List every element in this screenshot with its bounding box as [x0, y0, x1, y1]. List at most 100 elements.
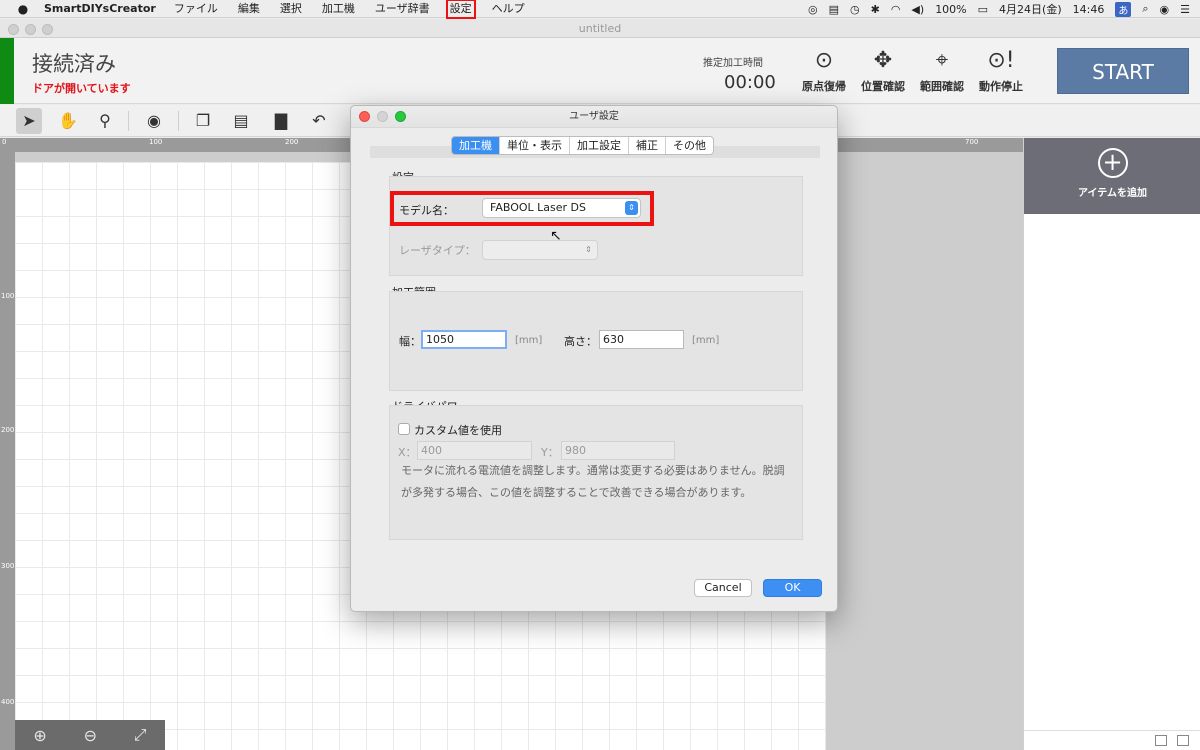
y-label: Y：: [541, 446, 559, 459]
door-open-warning: ドアが開いています: [32, 82, 131, 95]
zoom-in-icon[interactable]: ⊕: [33, 726, 46, 745]
preview-eye-icon[interactable]: ◉: [141, 108, 167, 134]
bluetooth-icon[interactable]: ✱: [871, 3, 880, 16]
stop-operation-button[interactable]: ⊙! 動作停止: [973, 48, 1029, 94]
vertical-ruler: 100 200 300 400: [0, 152, 15, 750]
zoom-out-icon[interactable]: ⊖: [84, 726, 97, 745]
laser-type-label: レーザタイプ：: [399, 244, 476, 257]
tab-processing[interactable]: 加工設定: [570, 137, 629, 154]
ruler-tick: 300: [1, 562, 15, 570]
zoom-tool-icon[interactable]: ⚲: [92, 108, 118, 134]
height-unit: [mm]: [692, 335, 720, 346]
x-input: 400: [417, 441, 532, 460]
add-item-button[interactable]: + アイテムを追加: [1024, 138, 1200, 214]
menu-select[interactable]: 選択: [278, 1, 304, 17]
tab-machine[interactable]: 加工機: [452, 137, 500, 154]
delete-icon[interactable]: ▇: [268, 108, 294, 134]
creative-cloud-icon[interactable]: ◎: [808, 3, 818, 16]
zoom-window-icon[interactable]: [42, 24, 53, 35]
toolbar-divider: [178, 111, 179, 131]
ruler-tick: 100: [1, 292, 15, 300]
custom-value-checkbox[interactable]: [398, 423, 410, 435]
start-button[interactable]: START: [1057, 48, 1189, 94]
menubar-date[interactable]: 4月24日(金): [999, 1, 1062, 17]
width-unit: [mm]: [515, 335, 543, 346]
x-label: X：: [398, 446, 417, 459]
ruler-tick: 400: [1, 698, 15, 706]
height-label: 高さ：: [564, 335, 597, 348]
range-check-button[interactable]: ⌖ 範囲確認: [914, 48, 970, 94]
undo-icon[interactable]: ↶: [306, 108, 332, 134]
input-method-icon[interactable]: あ: [1115, 1, 1132, 17]
clipboard-icon[interactable]: ▤: [829, 3, 839, 16]
tab-correction[interactable]: 補正: [629, 137, 666, 154]
menu-bar: ● SmartDIYsCreator ファイル 編集 選択 加工機 ユーザ辞書 …: [0, 0, 1200, 19]
grid-view-icon[interactable]: [1155, 735, 1167, 746]
position-check-button[interactable]: ✥ 位置確認: [855, 48, 911, 94]
power-description-line: モータに流れる電流値を調整します。通常は変更する必要はありません。脱調: [401, 464, 785, 477]
y-input: 980: [561, 441, 675, 460]
dialog-title-bar: ユーザ設定: [351, 106, 837, 128]
menubar-clock[interactable]: 14:46: [1073, 3, 1105, 16]
estimated-time-value: 00:00: [724, 72, 776, 93]
cancel-button[interactable]: Cancel: [694, 579, 752, 597]
window-title-bar: untitled: [0, 19, 1200, 38]
notification-center-icon[interactable]: ☰: [1180, 3, 1190, 16]
window-title: untitled: [578, 22, 622, 35]
zoom-controls: ⊕ ⊖ ⤢: [15, 720, 165, 750]
add-item-label: アイテムを追加: [1078, 188, 1147, 199]
menu-user-dictionary[interactable]: ユーザ辞書: [373, 1, 432, 17]
home-return-button[interactable]: ⊙ 原点復帰: [796, 48, 852, 94]
battery-percent[interactable]: 100%: [935, 3, 966, 16]
menu-help[interactable]: ヘルプ: [490, 1, 527, 17]
plus-circle-icon: +: [1097, 148, 1128, 178]
custom-value-label[interactable]: カスタム値を使用: [414, 422, 502, 438]
tab-other[interactable]: その他: [666, 137, 713, 154]
machine-status-panel: 接続済み ドアが開いています 推定加工時間 00:00 ⊙ 原点復帰 ✥ 位置確…: [0, 38, 1200, 104]
time-machine-icon[interactable]: ◷: [850, 3, 860, 16]
app-menu[interactable]: SmartDIYsCreator: [44, 2, 156, 15]
ruler-tick: 700: [965, 138, 979, 146]
close-dialog-icon[interactable]: [359, 111, 370, 122]
power-description-line: が多発する場合、この値を調整することで改善できる場合があります。: [401, 486, 752, 499]
list-view-icon[interactable]: [1177, 735, 1189, 746]
dialog-title: ユーザ設定: [569, 111, 619, 122]
settings-tabs: 加工機 単位・表示 加工設定 補正 その他: [451, 136, 714, 155]
menu-machine[interactable]: 加工機: [320, 1, 357, 17]
user-settings-dialog: ユーザ設定 加工機 単位・表示 加工設定 補正 その他 設定 モデル名： FAB…: [350, 105, 838, 612]
move-arrows-icon: ✥: [873, 48, 893, 73]
hand-tool-icon[interactable]: ✋: [55, 108, 81, 134]
ruler-tick: 0: [2, 138, 7, 146]
menu-settings[interactable]: 設定: [445, 0, 476, 19]
panel-footer: [1024, 730, 1200, 750]
window-controls: [8, 24, 53, 35]
height-input[interactable]: 630: [599, 330, 684, 349]
width-input[interactable]: 1050: [421, 330, 507, 349]
minimize-window-icon[interactable]: [25, 24, 36, 35]
fit-to-screen-icon[interactable]: ⤢: [134, 725, 147, 745]
volume-icon[interactable]: ◀): [911, 3, 924, 16]
tab-units-display[interactable]: 単位・表示: [500, 137, 570, 154]
target-alert-icon: ⊙!: [987, 48, 1015, 73]
paste-icon[interactable]: ▤: [228, 108, 254, 134]
minimize-dialog-icon: [377, 111, 388, 122]
width-label: 幅：: [399, 335, 421, 348]
copy-icon[interactable]: ❐: [190, 108, 216, 134]
battery-icon[interactable]: ▭: [978, 3, 988, 16]
chevron-updown-icon: ⇕: [585, 245, 592, 254]
siri-icon[interactable]: ◉: [1160, 3, 1170, 16]
menu-edit[interactable]: 編集: [236, 1, 262, 17]
item-panel: + アイテムを追加: [1023, 138, 1200, 750]
wifi-icon[interactable]: ◠: [891, 3, 901, 16]
apple-icon[interactable]: ●: [12, 2, 34, 16]
spotlight-search-icon[interactable]: ⌕: [1142, 2, 1148, 16]
ok-button[interactable]: OK: [763, 579, 822, 597]
zoom-dialog-icon[interactable]: [395, 111, 406, 122]
crosshair-icon: ⊙: [814, 48, 834, 73]
close-window-icon[interactable]: [8, 24, 19, 35]
ruler-tick: 200: [1, 426, 15, 434]
frame-target-icon: ⌖: [935, 48, 949, 73]
pointer-tool-icon[interactable]: ➤: [16, 108, 42, 134]
ruler-tick: 100: [149, 138, 163, 146]
menu-file[interactable]: ファイル: [172, 1, 220, 17]
